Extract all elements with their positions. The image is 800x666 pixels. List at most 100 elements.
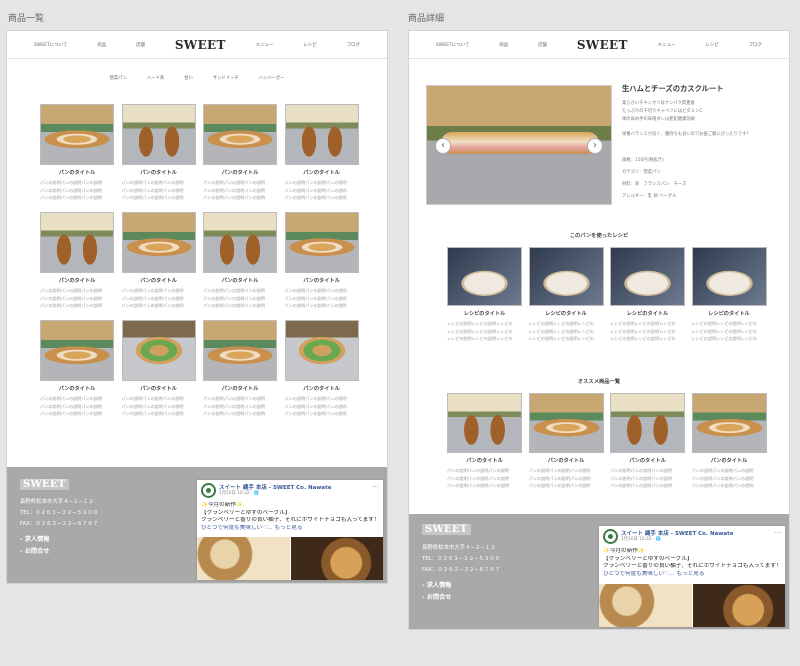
recipe-card-title[interactable]: レシピのタイトル <box>529 310 604 317</box>
recommend-card-desc-line: パンの説明パンの説明パンの説明 <box>447 483 510 488</box>
nav-about[interactable]: SWEETについて <box>436 42 470 48</box>
recommend-card-title[interactable]: パンのタイトル <box>610 457 685 464</box>
nav-about[interactable]: SWEETについて <box>34 42 68 48</box>
recommend-card-desc-line: パンの説明パンの説明パンの説明 <box>528 468 591 473</box>
recommend-card-title[interactable]: パンのタイトル <box>529 457 604 464</box>
recommend-card-title[interactable]: パンのタイトル <box>692 457 767 464</box>
product-card-desc-line: パンの説明パンの説明パンの説明 <box>203 295 266 301</box>
product-card-image[interactable] <box>203 104 277 165</box>
product-card-title[interactable]: パンのタイトル <box>285 169 359 176</box>
nav-products[interactable]: 商品 <box>97 42 106 48</box>
product-card-title[interactable]: パンのタイトル <box>203 385 277 392</box>
product-card-title[interactable]: パンのタイトル <box>40 277 114 284</box>
nav-blog[interactable]: ブログ <box>347 42 361 48</box>
recommend-card-image[interactable] <box>691 393 767 453</box>
post-line-more[interactable]: ひとつで何度も美味しい♡… もっと見る <box>603 571 781 579</box>
product-card-desc-line: パンの説明パンの説明パンの説明 <box>40 187 103 193</box>
product-card-title[interactable]: パンのタイトル <box>285 277 359 284</box>
product-card-image[interactable] <box>203 320 277 381</box>
product-card-image[interactable] <box>121 104 196 165</box>
site-logo[interactable]: SWEET <box>577 38 628 52</box>
recipe-card-image[interactable] <box>610 247 685 306</box>
carousel-next-icon[interactable]: › <box>587 138 603 154</box>
recommend-card-image[interactable] <box>528 393 604 453</box>
category-tab[interactable]: サンドイッチ <box>213 75 239 81</box>
post-line: クランベリーと香りの良い柚子、それにホワイトチョコも入ってます！ <box>201 517 379 524</box>
nav-products[interactable]: 商品 <box>499 42 508 48</box>
product-card-image[interactable] <box>284 320 359 381</box>
category-tab[interactable]: 惣菜パン <box>110 75 127 81</box>
recipe-card-image[interactable] <box>691 247 767 306</box>
product-card-desc-line: パンの説明パンの説明パンの説明 <box>40 303 103 308</box>
recipe-card-image[interactable] <box>447 247 522 306</box>
recipe-card-desc-line: レシピの説明レシピの説明レシピの <box>528 328 595 334</box>
site-logo[interactable]: SWEET <box>175 38 226 52</box>
nav-blog[interactable]: ブログ <box>749 42 763 48</box>
recipe-card-desc-line: レシピの説明レシピの説明レシピの <box>691 321 758 326</box>
more-options-icon[interactable]: … <box>372 481 379 489</box>
nav-shops[interactable]: 店舗 <box>538 42 547 48</box>
nav-recipe[interactable]: レシピ <box>705 42 719 48</box>
footer-jobs-link[interactable]: - 求人情報 <box>422 580 451 589</box>
product-card-desc-line: パンの説明パンの説明パンの説明 <box>121 187 184 193</box>
recipe-card-title[interactable]: レシピのタイトル <box>692 310 767 317</box>
product-card-title[interactable]: パンのタイトル <box>40 169 114 176</box>
recipe-card-title[interactable]: レシピのタイトル <box>447 310 522 317</box>
nav-recipe[interactable]: レシピ <box>303 42 317 48</box>
product-card-image[interactable] <box>40 212 114 273</box>
facebook-avatar <box>603 529 618 544</box>
product-card-image[interactable] <box>284 212 359 273</box>
footer-contact-link[interactable]: - お問合せ <box>20 546 49 555</box>
product-card-title[interactable]: パンのタイトル <box>122 277 196 284</box>
footer-jobs-link[interactable]: - 求人情報 <box>20 534 49 543</box>
post-line-more[interactable]: ひとつで何度も美味しい♡… もっと見る <box>201 525 379 533</box>
bread-photo[interactable] <box>290 537 383 580</box>
bagel-photo[interactable] <box>197 537 290 580</box>
product-card-image[interactable] <box>40 320 114 381</box>
category-tab[interactable]: ハード系 <box>147 75 164 81</box>
product-card-title[interactable]: パンのタイトル <box>40 385 114 392</box>
product-card-image[interactable] <box>40 104 114 165</box>
recipe-card-image[interactable] <box>528 247 604 306</box>
carousel-prev-icon[interactable]: ‹ <box>435 138 451 154</box>
product-card-title[interactable]: パンのタイトル <box>285 385 359 392</box>
post-line: 【クランベリーとゆずのベーグル】 <box>201 509 291 516</box>
nav-shops[interactable]: 店舗 <box>136 42 145 48</box>
post-line: ✨今月の新作✨ <box>603 548 645 554</box>
right-frame-label: 商品詳細 <box>408 14 445 24</box>
recommend-card-desc-line: パンの説明パンの説明パンの説明 <box>691 468 754 473</box>
product-card-desc-line: パンの説明パンの説明パンの説明 <box>203 396 266 401</box>
facebook-post-text: ✨今月の新作✨ 【クランベリーとゆずのベーグル】 クランベリーと香りの良い柚子、… <box>603 548 781 578</box>
footer-contact-link[interactable]: - お問合せ <box>422 592 451 601</box>
recommend-card-image[interactable] <box>447 393 522 453</box>
recommend-section-title: オススメ商品一覧 <box>577 379 621 385</box>
product-card-desc-line: パンの説明パンの説明パンの説明 <box>121 396 184 401</box>
product-card-image[interactable] <box>121 212 196 273</box>
category-tab[interactable]: ハンバーガー <box>259 75 285 81</box>
category-tab[interactable]: 甘い <box>184 75 193 81</box>
product-card-desc-line: パンの説明パンの説明パンの説明 <box>40 411 103 416</box>
bagel-photo[interactable] <box>599 584 692 627</box>
recipe-card-title[interactable]: レシピのタイトル <box>610 310 685 317</box>
recommend-card-image[interactable] <box>610 393 685 453</box>
facebook-embed[interactable]: スイート 縄手 本店 - SWEET Co. Nawate 1月10日 10:2… <box>197 480 383 580</box>
more-options-icon[interactable]: … <box>774 527 781 535</box>
product-card-title[interactable]: パンのタイトル <box>122 385 196 392</box>
product-card-title[interactable]: パンのタイトル <box>203 277 277 284</box>
nav-menu[interactable]: メニュー <box>256 42 274 48</box>
product-card-image[interactable] <box>121 320 196 381</box>
nav-menu[interactable]: メニュー <box>658 42 676 48</box>
product-desc-line: 柔らかいチキンカツはケンパク質豊富 <box>622 101 695 106</box>
product-card-image[interactable] <box>284 104 359 165</box>
product-card-image[interactable] <box>203 212 277 273</box>
facebook-embed[interactable]: スイート 縄手 本店 - SWEET Co. Nawate 1月10日 10:2… <box>599 526 785 627</box>
product-card-desc-line: パンの説明パンの説明パンの説明 <box>203 403 266 409</box>
product-card-title[interactable]: パンのタイトル <box>122 169 196 176</box>
recommend-card-title[interactable]: パンのタイトル <box>447 457 522 464</box>
footer-fax: FAX：０２６３−３２−６７６７ <box>422 567 501 573</box>
product-card-desc-line: パンの説明パンの説明パンの説明 <box>203 411 266 416</box>
product-card-title[interactable]: パンのタイトル <box>203 169 277 176</box>
bread-photo[interactable] <box>692 584 785 627</box>
product-card-desc-line: パンの説明パンの説明パンの説明 <box>203 303 266 308</box>
facebook-post-date: 1月10日 10:22 · 🌐 <box>219 491 259 496</box>
